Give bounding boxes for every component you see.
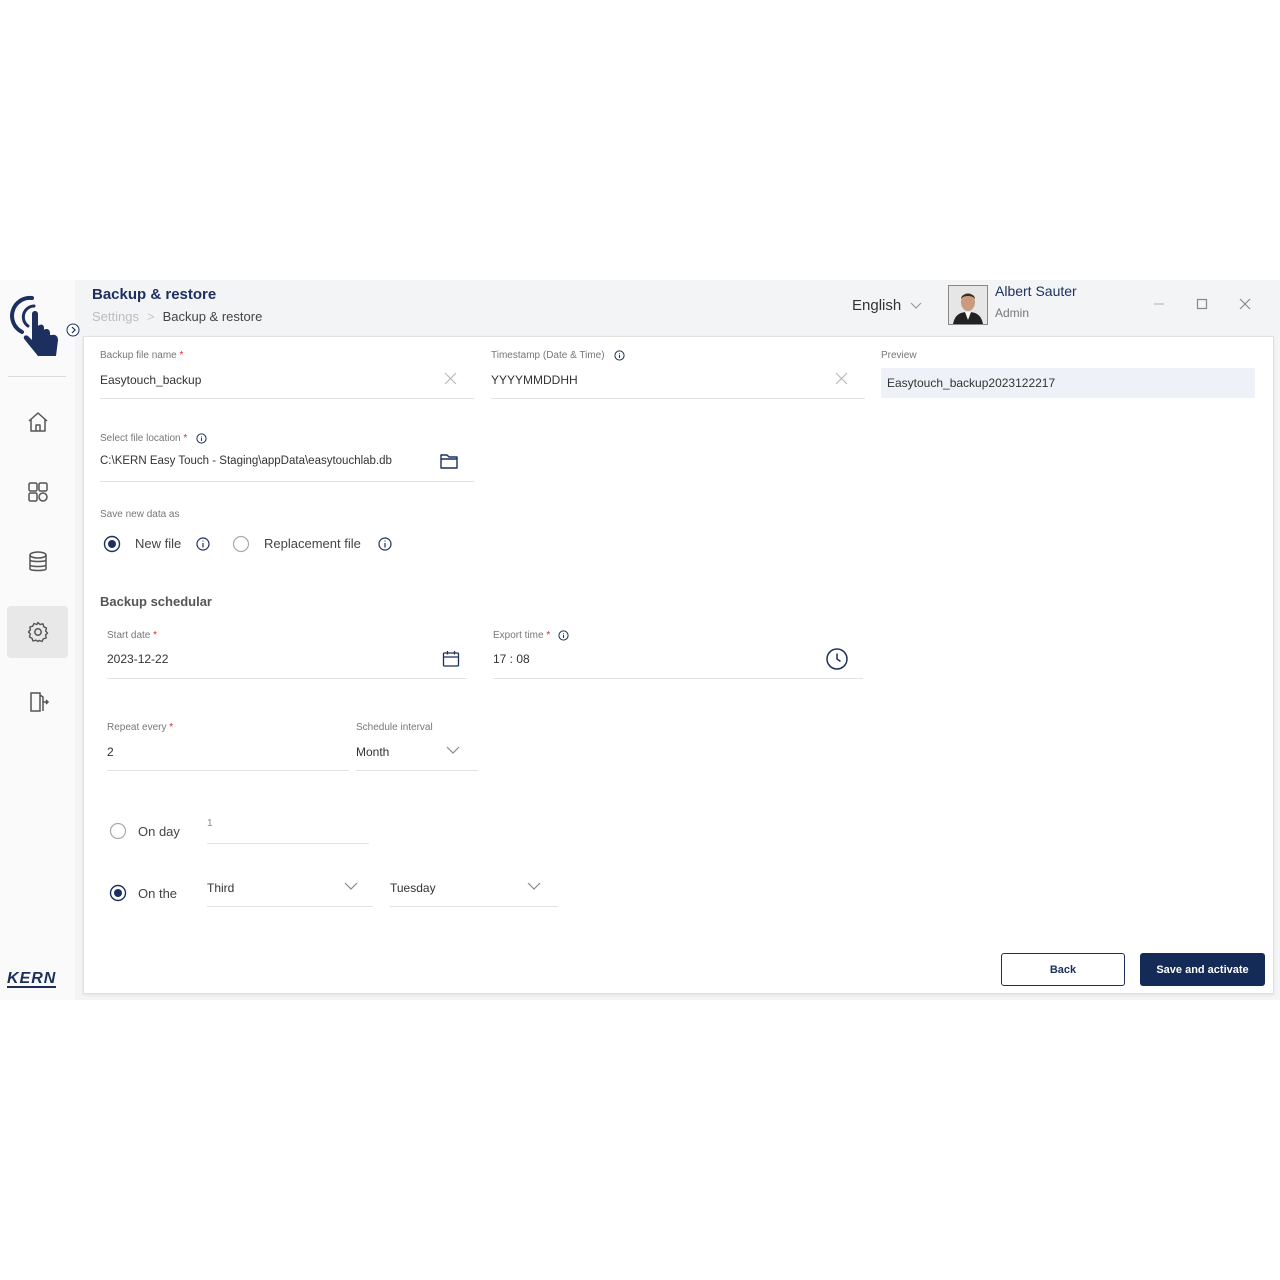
kern-logo: KERN: [7, 970, 57, 988]
export-time-input[interactable]: 17 : 08: [493, 652, 530, 666]
gear-icon: [27, 621, 48, 643]
breadcrumb-settings[interactable]: Settings: [92, 309, 139, 324]
sidebar-item-dashboard[interactable]: [7, 466, 68, 518]
sidebar-divider: [8, 376, 66, 377]
scheduler-title: Backup schedular: [100, 594, 212, 609]
timestamp-label: Timestamp (Date & Time): [491, 350, 605, 361]
backup-name-underline: [100, 398, 474, 399]
export-time-underline: [493, 678, 863, 679]
chevron-down-icon[interactable]: [527, 882, 541, 891]
repeat-every-label: Repeat every *: [107, 722, 174, 733]
weekday-select[interactable]: Tuesday: [390, 881, 436, 895]
clear-icon[interactable]: [835, 372, 848, 385]
user-role: Admin: [995, 306, 1030, 320]
on-day-underline: [207, 843, 369, 844]
calendar-icon[interactable]: [441, 649, 461, 669]
schedule-interval-select[interactable]: Month: [356, 745, 389, 759]
radio-new-file[interactable]: [103, 535, 121, 553]
weekday-underline: [390, 906, 558, 907]
chevron-down-icon[interactable]: [344, 882, 358, 891]
ordinal-select[interactable]: Third: [207, 881, 234, 895]
dashboard-icon: [27, 482, 48, 502]
on-the-label: On the: [138, 886, 178, 901]
radio-on-day[interactable]: [109, 822, 127, 840]
start-date-label: Start date *: [107, 630, 158, 641]
info-icon[interactable]: [614, 350, 625, 361]
minimize-icon[interactable]: [1151, 296, 1167, 312]
info-icon[interactable]: [378, 537, 392, 551]
breadcrumb: Settings > Backup & restore: [92, 309, 262, 324]
chevron-down-icon[interactable]: [910, 302, 922, 310]
clock-icon[interactable]: [825, 647, 849, 671]
sidebar-item-logout[interactable]: [7, 676, 68, 728]
file-location-label: Select file location *: [100, 433, 188, 444]
expand-sidebar-icon[interactable]: [66, 323, 80, 337]
file-location-input[interactable]: C:\KERN Easy Touch - Staging\appData\eas…: [100, 455, 392, 467]
info-icon[interactable]: [196, 433, 207, 444]
start-date-input[interactable]: 2023-12-22: [107, 652, 168, 666]
schedule-interval-underline: [356, 770, 478, 771]
preview-label: Preview: [881, 350, 917, 361]
repeat-every-underline: [107, 770, 349, 771]
maximize-icon[interactable]: [1194, 296, 1210, 312]
file-location-underline: [100, 481, 474, 482]
info-icon[interactable]: [558, 630, 569, 641]
replacement-file-label: Replacement file: [264, 536, 361, 551]
backup-name-input[interactable]: Easytouch_backup: [100, 373, 201, 387]
sidebar: KERN: [0, 280, 80, 1000]
back-button[interactable]: Back: [1001, 953, 1125, 986]
database-icon: [28, 551, 47, 572]
timestamp-underline: [491, 398, 865, 399]
language-select[interactable]: English: [852, 297, 901, 314]
sidebar-item-database[interactable]: [7, 536, 68, 588]
avatar[interactable]: [948, 285, 988, 325]
on-day-label: On day: [138, 824, 180, 839]
save-as-label: Save new data as: [100, 509, 180, 520]
start-date-underline: [107, 678, 467, 679]
radio-replacement-file[interactable]: [232, 535, 250, 553]
info-icon[interactable]: [196, 537, 210, 551]
backup-form-card: Backup file name * Easytouch_backup Time…: [83, 336, 1274, 994]
logout-icon: [29, 692, 49, 712]
sidebar-item-settings[interactable]: [7, 606, 68, 658]
chevron-down-icon[interactable]: [446, 746, 460, 755]
breadcrumb-separator-icon: >: [146, 309, 155, 324]
close-icon[interactable]: [1237, 296, 1253, 312]
clear-icon[interactable]: [444, 372, 457, 385]
breadcrumb-current: Backup & restore: [162, 309, 263, 324]
radio-on-the[interactable]: [109, 884, 127, 902]
user-photo-icon: [949, 286, 987, 324]
on-day-input[interactable]: 1: [207, 818, 213, 829]
sidebar-item-home[interactable]: [7, 396, 68, 448]
export-time-label: Export time *: [493, 630, 551, 641]
backup-name-label: Backup file name *: [100, 350, 184, 361]
ordinal-underline: [207, 906, 373, 907]
folder-icon[interactable]: [439, 451, 459, 471]
preview-value: Easytouch_backup2023122217: [887, 376, 1056, 390]
save-and-activate-button[interactable]: Save and activate: [1140, 953, 1265, 986]
new-file-label: New file: [135, 536, 182, 551]
timestamp-input[interactable]: YYYYMMDDHH: [491, 373, 578, 387]
home-icon: [28, 412, 47, 432]
app-window: KERN Backup & restore Settings > Backup & …: [0, 280, 1280, 1000]
page-title: Backup & restore: [92, 286, 217, 303]
user-name: Albert Sauter: [995, 283, 1077, 299]
schedule-interval-label: Schedule interval: [356, 722, 433, 733]
easytouch-logo-icon: [10, 295, 58, 356]
repeat-every-input[interactable]: 2: [107, 745, 114, 759]
